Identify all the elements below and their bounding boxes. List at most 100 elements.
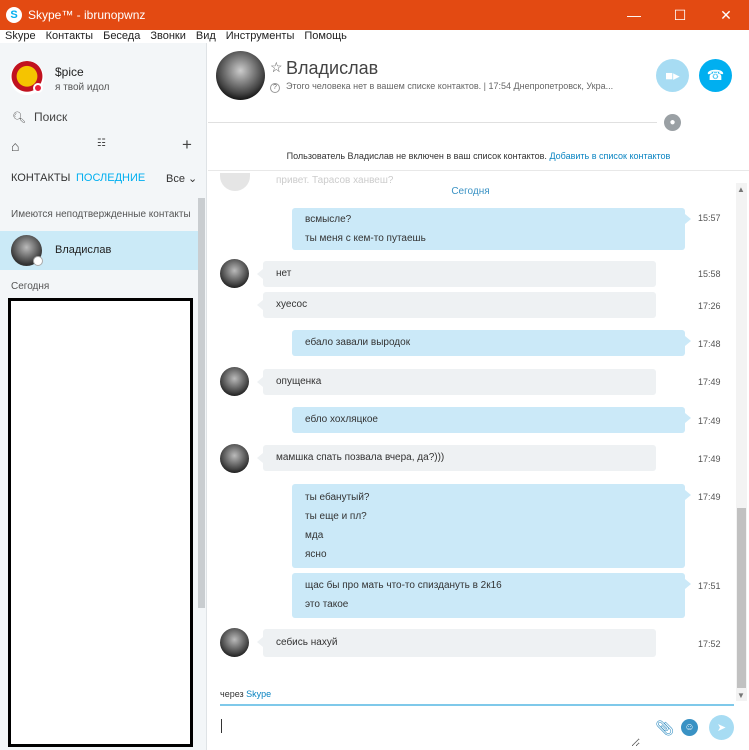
my-mood[interactable]: я твой идол xyxy=(55,82,110,93)
text-caret xyxy=(221,719,222,733)
globe-icon[interactable]: ● xyxy=(664,114,681,131)
status-offline-icon xyxy=(33,256,43,266)
message-text: ебало завали выродок xyxy=(305,337,411,348)
video-call-button[interactable]: ■▸ xyxy=(656,59,689,92)
menu-bar: Skype Контакты Беседа Звонки Вид Инструм… xyxy=(0,30,749,42)
message-time: 17:49 xyxy=(698,416,721,426)
message-text: ясно xyxy=(305,549,327,560)
send-button[interactable]: ➤ xyxy=(709,715,734,740)
message-time: 17:49 xyxy=(698,492,721,502)
message-text: всмысле? xyxy=(305,214,352,225)
minimize-button[interactable]: — xyxy=(611,0,657,30)
tab-recent[interactable]: ПОСЛЕДНИЕ xyxy=(76,172,145,184)
sender-avatar[interactable] xyxy=(220,628,249,657)
window-title: Skype™ - ibrunopwnz xyxy=(28,8,146,22)
message-text: мда xyxy=(305,530,324,541)
message-bubble[interactable]: хуесос xyxy=(257,292,656,318)
message-bubble[interactable]: опущенка xyxy=(257,369,656,395)
conversation-pane: ☆ Владислав ? Этого человека нет в вашем … xyxy=(208,43,749,750)
contact-name: Владислав xyxy=(55,244,112,256)
message-bubble[interactable]: ебло хохляцкое xyxy=(292,407,691,433)
message-bubble[interactable]: ты ебанутый? ты еще и пл? мда ясно xyxy=(292,484,691,568)
subtitle-text: Этого человека нет в вашем списке контак… xyxy=(286,81,614,91)
filter-dropdown[interactable]: Все ⌄ xyxy=(166,172,197,185)
star-icon[interactable]: ☆ xyxy=(270,59,283,76)
faded-message: привет. Тарасов ханвеш? xyxy=(276,175,394,186)
menu-conversation[interactable]: Беседа xyxy=(103,30,140,42)
contact-tabs: КОНТАКТЫ ПОСЛЕДНИЕ Все ⌄ xyxy=(0,172,207,188)
question-icon: ? xyxy=(270,83,280,93)
sender-avatar[interactable] xyxy=(220,444,249,473)
message-input[interactable] xyxy=(220,709,640,747)
sender-avatar[interactable] xyxy=(220,259,249,288)
title-bar: S Skype™ - ibrunopwnz — ☐ ✕ xyxy=(0,0,749,30)
day-separator: Сегодня xyxy=(451,186,490,197)
message-time: 17:51 xyxy=(698,581,721,591)
via-prefix: через xyxy=(220,689,247,699)
message-time: 17:49 xyxy=(698,377,721,387)
chat-scrollbar[interactable]: ▲ ▼ xyxy=(736,183,747,701)
notice-divider xyxy=(208,170,749,171)
search-placeholder: Поиск xyxy=(33,110,68,124)
message-text: мамшка спать позвала вчера, да?))) xyxy=(276,452,445,463)
menu-help[interactable]: Помощь xyxy=(304,30,347,42)
scrollbar-thumb[interactable] xyxy=(737,508,746,688)
message-bubble[interactable]: себись нахуй xyxy=(257,629,656,657)
scroll-up-icon[interactable]: ▲ xyxy=(737,185,745,194)
recent-date-group: Сегодня xyxy=(11,281,50,292)
via-skype-label: через Skype xyxy=(220,689,271,699)
message-time: 17:52 xyxy=(698,639,721,649)
menu-calls[interactable]: Звонки xyxy=(150,30,186,42)
message-bubble[interactable]: ебало завали выродок xyxy=(292,330,691,356)
sidebar-scrollbar[interactable] xyxy=(198,198,205,608)
message-text: ты ебанутый? xyxy=(305,492,370,503)
conversation-subtitle: ? Этого человека нет в вашем списке конта… xyxy=(270,81,640,93)
filter-label: Все xyxy=(166,173,185,185)
my-name: $pice xyxy=(55,65,84,79)
skype-logo-icon: S xyxy=(6,7,22,23)
message-time: 17:48 xyxy=(698,339,721,349)
message-bubble[interactable]: всмысле? ты меня с кем-то путаешь xyxy=(292,208,691,250)
message-bubble[interactable]: нет xyxy=(257,261,656,287)
profile-card[interactable]: $pice я твой идол xyxy=(0,43,206,98)
menu-tools[interactable]: Инструменты xyxy=(226,30,295,42)
sidebar: $pice я твой идол 🔍︎ Поиск ⌂ ☷ + КОНТАКТ… xyxy=(0,43,207,750)
voice-call-button[interactable]: ☎︎ xyxy=(699,59,732,92)
message-time: 17:26 xyxy=(698,301,721,311)
message-time: 17:49 xyxy=(698,454,721,464)
contact-avatar-large[interactable] xyxy=(216,51,265,100)
scroll-down-icon[interactable]: ▼ xyxy=(737,691,745,700)
not-in-contacts-notice: Пользователь Владислав не включен в ваш … xyxy=(208,151,749,161)
maximize-button[interactable]: ☐ xyxy=(657,0,703,30)
sender-avatar[interactable] xyxy=(220,367,249,396)
send-arrow-icon: ➤ xyxy=(716,722,727,734)
sidebar-toolbar: ⌂ ☷ + xyxy=(0,135,207,158)
dialpad-icon[interactable]: ☷ xyxy=(97,138,106,149)
add-to-contacts-link[interactable]: Добавить в список контактов xyxy=(549,151,670,161)
tab-contacts[interactable]: КОНТАКТЫ xyxy=(11,172,70,184)
home-icon[interactable]: ⌂ xyxy=(11,138,19,154)
close-button[interactable]: ✕ xyxy=(703,0,749,30)
message-text: хуесос xyxy=(276,299,308,310)
paperclip-icon[interactable]: 📎︎ xyxy=(655,719,674,737)
via-skype-link[interactable]: Skype xyxy=(246,689,271,699)
menu-contacts[interactable]: Контакты xyxy=(46,30,94,42)
message-text: нет xyxy=(276,268,292,279)
emoticon-icon[interactable]: ☺︎ xyxy=(681,719,698,736)
message-text: себись нахуй xyxy=(276,637,338,648)
search-box[interactable]: 🔍︎ Поиск xyxy=(0,105,207,129)
message-text: щас бы про мать что-то спиздануть в 2к16 xyxy=(305,580,502,591)
message-text: опущенка xyxy=(276,376,322,387)
conversation-title: Владислав xyxy=(286,58,379,78)
pending-contacts-label[interactable]: Имеются неподтвержденные контакты xyxy=(11,209,191,220)
redacted-list xyxy=(8,298,193,747)
message-text: ебло хохляцкое xyxy=(305,414,378,425)
search-icon: 🔍︎ xyxy=(12,111,26,124)
message-bubble[interactable]: щас бы про мать что-то спиздануть в 2к16… xyxy=(292,573,691,618)
add-icon[interactable]: + xyxy=(182,135,192,155)
message-bubble[interactable]: мамшка спать позвала вчера, да?))) xyxy=(257,445,656,471)
status-dnd-icon xyxy=(33,83,43,93)
recent-item-vladislav[interactable]: Владислав xyxy=(0,231,198,270)
menu-skype[interactable]: Skype xyxy=(5,30,36,42)
menu-view[interactable]: Вид xyxy=(196,30,216,42)
